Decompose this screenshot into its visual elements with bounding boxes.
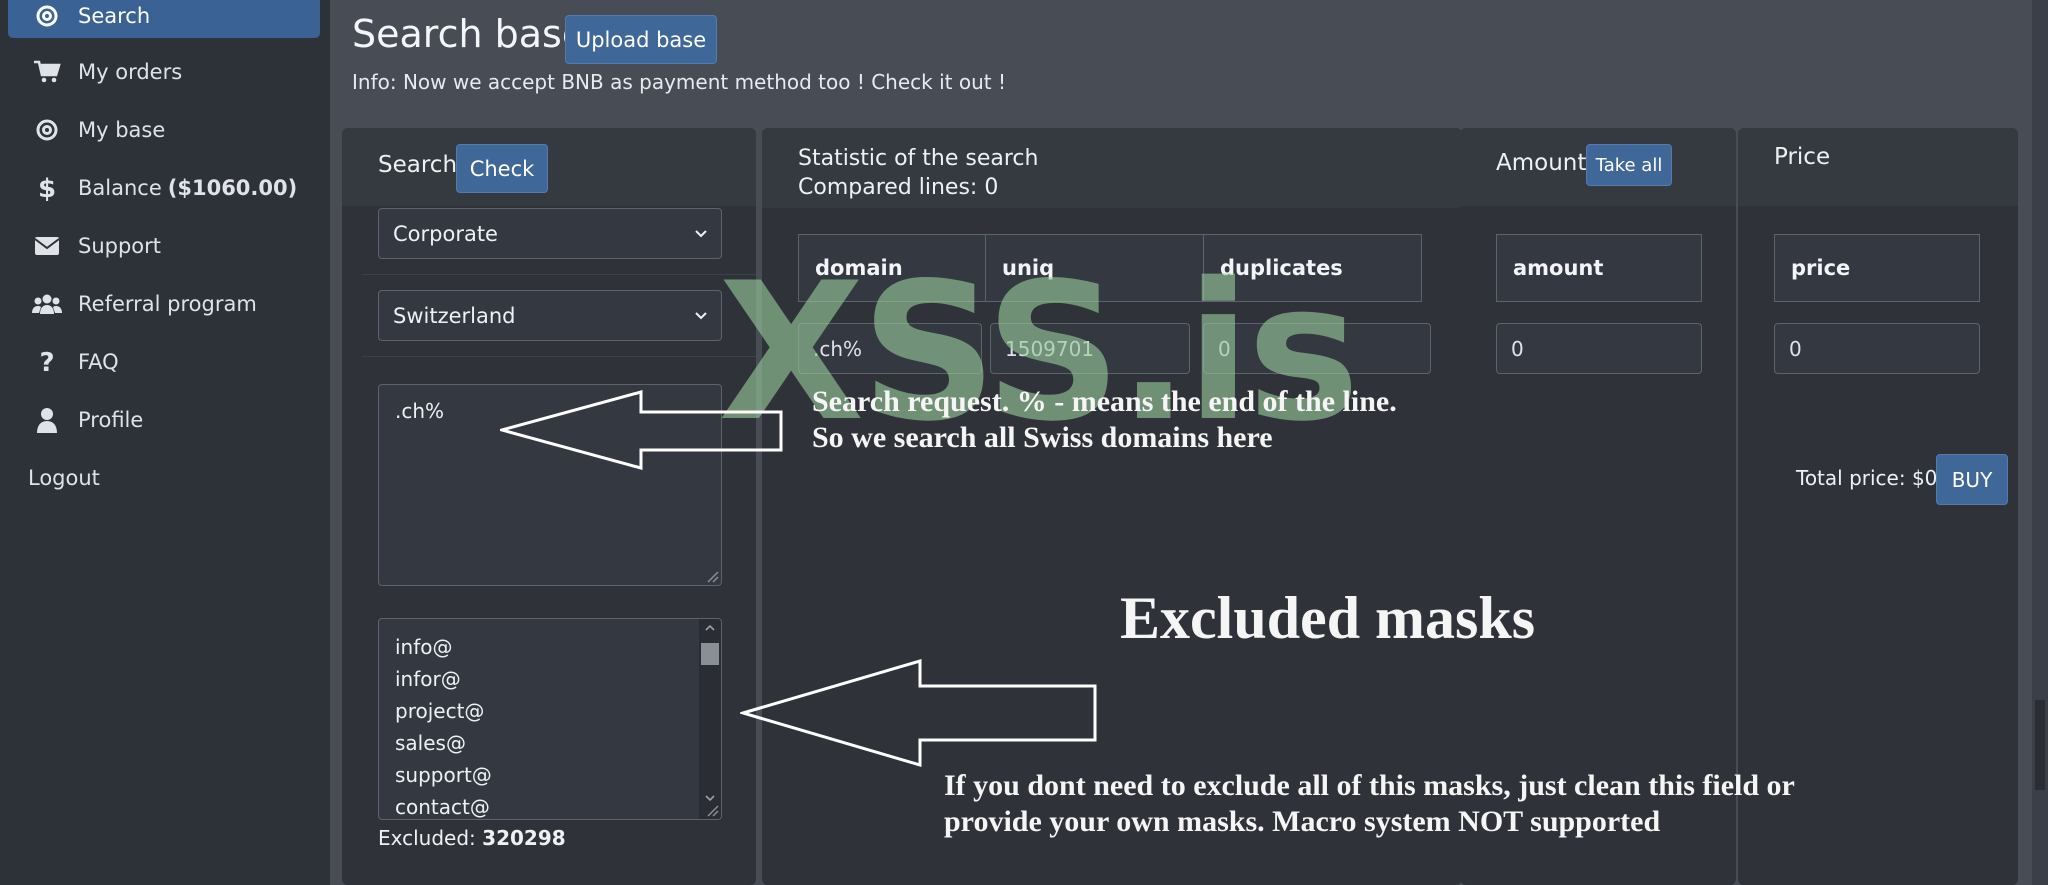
sidebar-item-label: Support [78,234,162,258]
country-value: Switzerland [393,303,516,328]
sidebar-item-logout[interactable]: Logout [8,456,320,500]
excluded-count: Excluded: 320298 [378,826,566,850]
sidebar-item-balance[interactable]: $ Balance ($1060.00) [8,166,320,210]
sidebar-item-faq[interactable]: ? FAQ [8,340,320,384]
column-header-price: price [1774,234,1980,302]
cart-icon [28,57,66,87]
svg-text:$: $ [38,174,56,202]
list-item: support@ [395,763,492,787]
arrow-left-icon [500,390,783,470]
sidebar-item-label: My base [78,118,166,142]
check-button[interactable]: Check [456,144,548,193]
dollar-icon: $ [28,173,66,203]
list-item: info@ [395,635,453,659]
sidebar-item-label: FAQ [78,350,119,374]
sidebar-item-my-base[interactable]: My base [8,108,320,152]
masks-scrollbar[interactable] [699,619,721,819]
user-icon [28,405,66,435]
base-type-value: Corporate [393,221,498,246]
info-message: Info: Now we accept BNB as payment metho… [352,70,1006,94]
search-annotation-line: So we search all Swiss domains here [812,421,1273,454]
amount-input[interactable]: 0 [1496,323,1702,374]
resize-grip-icon[interactable] [705,803,719,817]
search-panel: Search Check Corporate Switzerland .ch% … [342,128,756,885]
statistics-title: Statistic of the search Compared lines: … [798,144,1038,202]
excluded-annotation: If you dont need to exclude all of this … [944,768,1795,840]
base-type-select[interactable]: Corporate [378,208,722,259]
compared-lines: Compared lines: 0 [798,175,999,200]
column-header-amount: amount [1496,234,1702,302]
sidebar-item-referral[interactable]: Referral program [8,282,320,326]
country-select[interactable]: Switzerland [378,290,722,341]
mask-list: info@ infor@ project@ sales@ support@ co… [395,631,705,819]
scrollbar-thumb[interactable] [701,643,719,665]
chevron-up-icon[interactable] [703,621,717,635]
chevron-down-icon [695,230,707,238]
search-annotation-line: Search request. % - means the end of the… [812,385,1397,418]
users-icon [28,289,66,319]
excluded-label: Excluded: [378,826,476,850]
search-label: Search [378,152,458,178]
excluded-annotation-line: If you dont need to exclude all of this … [944,769,1795,802]
upload-base-button[interactable]: Upload base [565,15,717,64]
take-all-button[interactable]: Take all [1586,144,1672,186]
amount-label: Amount [1496,150,1587,176]
svg-text:?: ? [39,348,54,376]
scrollbar-thumb[interactable] [2035,700,2045,790]
statistics-heading: Statistic of the search [798,146,1039,171]
app-window: Search My orders My base $ Balance ($106… [0,0,2048,885]
divider [362,356,756,357]
sidebar: Search My orders My base $ Balance ($106… [0,0,330,885]
search-annotation: Search request. % - means the end of the… [812,384,1397,456]
total-price: Total price: $0 [1796,466,1938,490]
resize-grip-icon[interactable] [705,569,719,583]
sidebar-item-label: Balance [78,176,162,200]
sidebar-item-label: Search [78,4,151,28]
list-item: sales@ [395,731,466,755]
envelope-icon [28,231,66,261]
chevron-down-icon [695,312,707,320]
sidebar-item-label: My orders [78,60,183,84]
excluded-value: 320298 [482,826,566,850]
sidebar-item-label: Profile [78,408,144,432]
price-label: Price [1774,144,1831,170]
question-icon: ? [28,347,66,377]
sidebar-item-label: Referral program [78,292,257,316]
price-input[interactable]: 0 [1774,323,1980,374]
sidebar-item-search[interactable]: Search [8,0,320,38]
page-scrollbar[interactable] [2032,0,2048,885]
balance-amount: ($1060.00) [167,176,298,200]
at-icon [28,115,66,145]
sidebar-item-label: Logout [28,466,100,490]
excluded-masks-textarea[interactable]: info@ infor@ project@ sales@ support@ co… [378,618,722,820]
excluded-annotation-line: provide your own masks. Macro system NOT… [944,805,1661,838]
list-item: infor@ [395,667,461,691]
divider [362,274,756,275]
buy-button[interactable]: BUY [1936,454,2008,505]
excluded-masks-title: Excluded masks [1120,585,1536,651]
sidebar-item-profile[interactable]: Profile [8,398,320,442]
list-item: contact@ [395,795,490,819]
sidebar-item-my-orders[interactable]: My orders [8,50,320,94]
arrow-left-icon [740,658,1097,768]
list-item: project@ [395,699,485,723]
sidebar-item-support[interactable]: Support [8,224,320,268]
search-query-value: .ch% [395,399,445,423]
at-icon [28,1,66,31]
page-title: Search base [352,12,586,56]
